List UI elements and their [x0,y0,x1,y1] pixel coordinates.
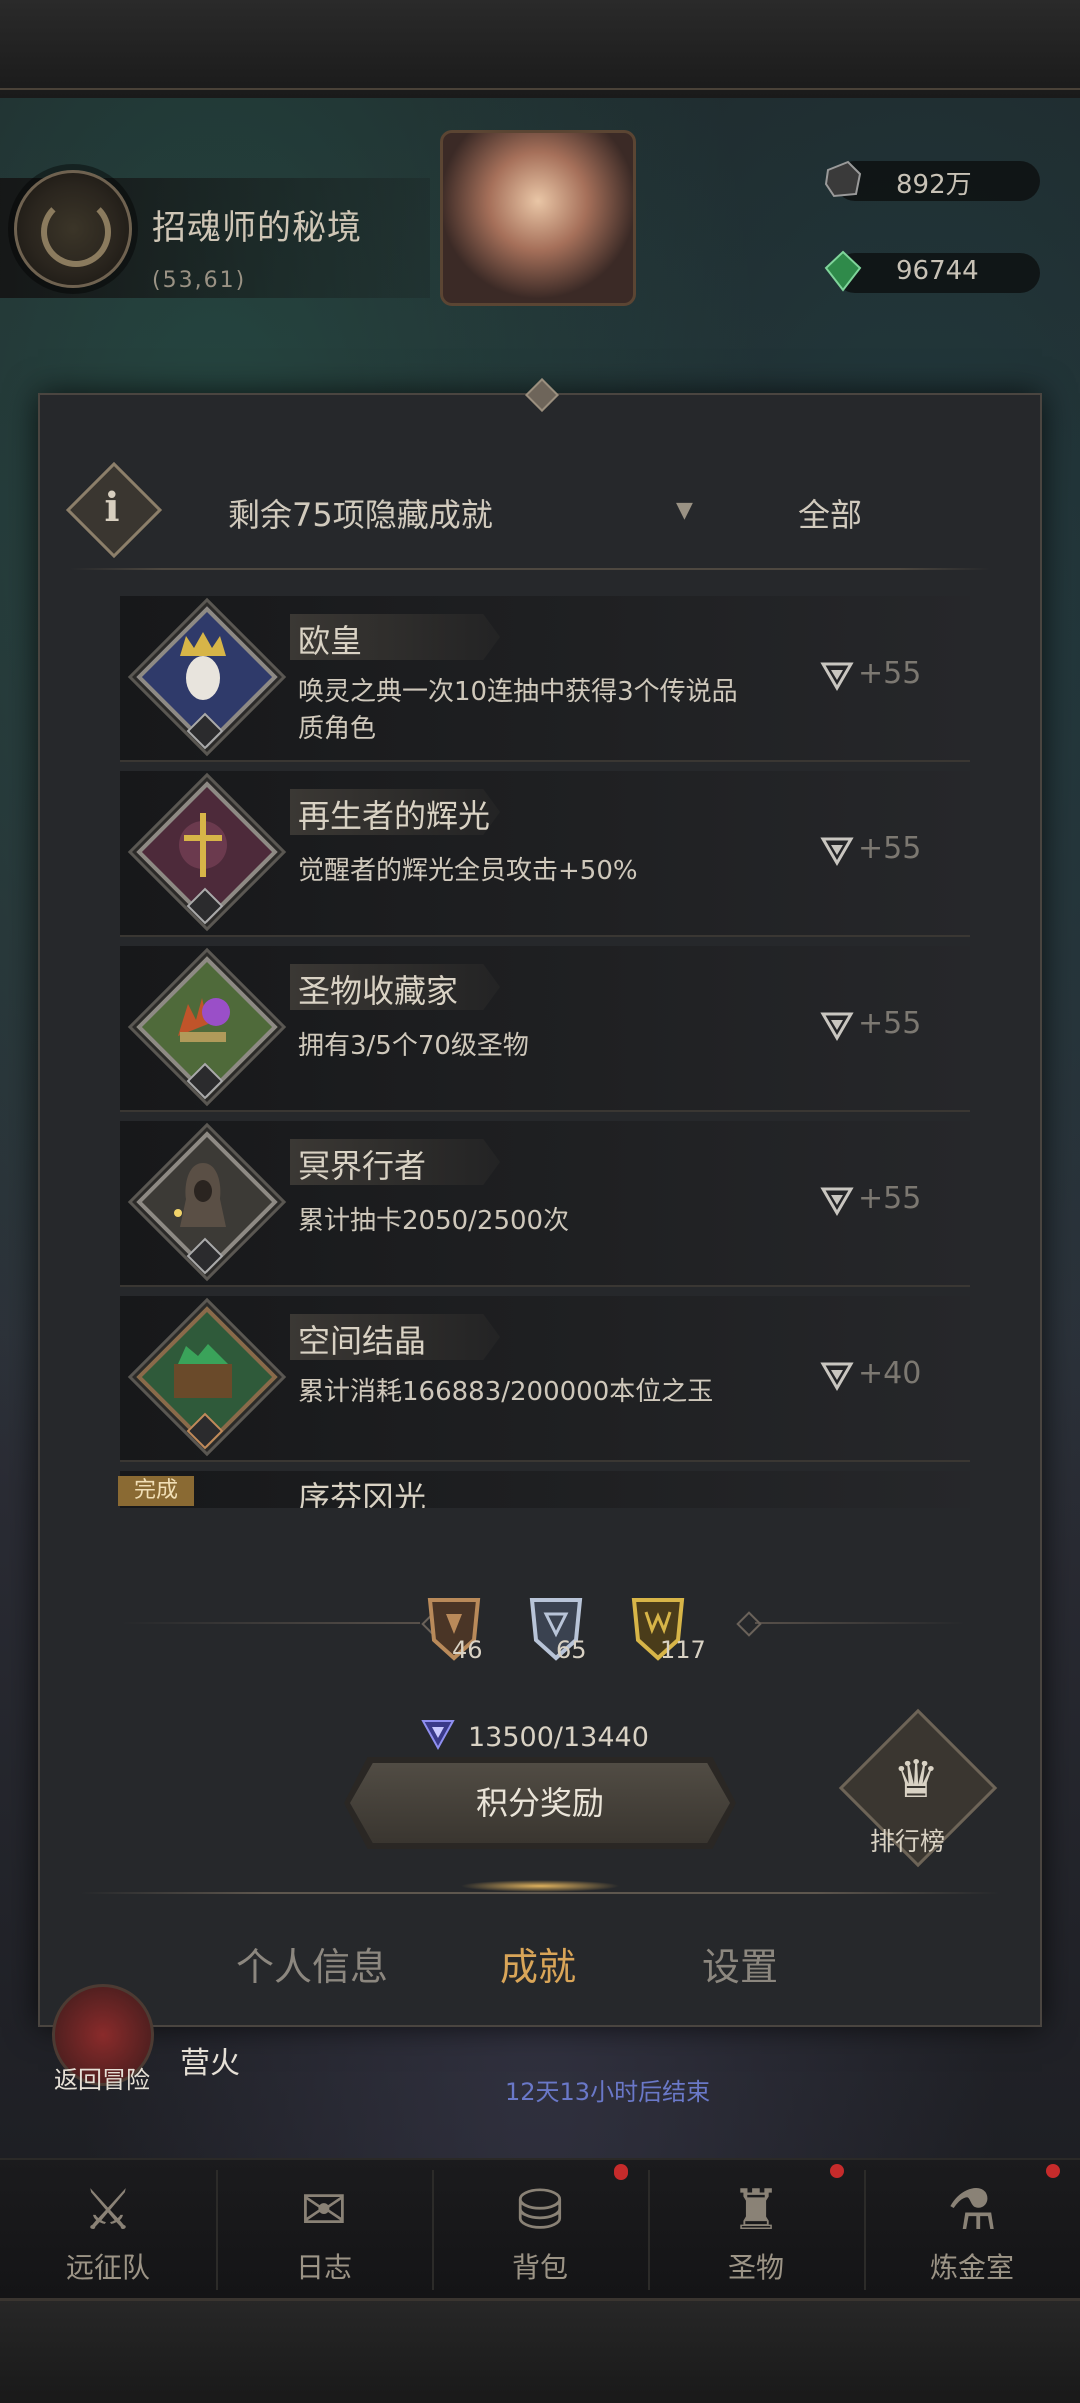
relic-notification-dot [830,2164,844,2178]
achievement-row[interactable]: 序芬冈光 [120,1471,970,1508]
nav-label: 炼金室 [929,2251,1014,2284]
backpack-icon: ⛁ [516,2178,564,2243]
hooded-walker-icon [174,1163,226,1227]
achievement-reward: +40 [820,1354,940,1398]
nav-journal[interactable]: ✉ 日志 [216,2158,628,2298]
achievement-badge-icon [136,1306,278,1450]
achievement-desc: 拥有3/5个70级圣物 [298,1031,529,1061]
achievement-desc: 觉醒者的辉光全员攻击+50% [298,856,638,886]
bottom-frame [0,2298,1080,2403]
realm-emblem-icon[interactable] [14,170,132,288]
tab-achievements[interactable]: 成就 [500,1936,576,1991]
completed-tag: 完成 [118,1476,194,1506]
nav-label: 日志 [295,2251,352,2284]
achievement-row[interactable]: 欧皇 唤灵之典一次10连抽中获得3个传说品质角色 +55 [120,596,970,762]
achievement-points: 13500/13440 [468,1722,649,1753]
crown-icon: ♛ [892,1750,940,1810]
achievement-list[interactable]: 欧皇 唤灵之典一次10连抽中获得3个传说品质角色 +55 再生者的辉光 觉醒者的… [120,578,970,1508]
gold-medal-count: 117 [660,1636,706,1664]
achievement-reward: +55 [820,654,940,698]
crowned-figure-icon [180,632,226,700]
event-timer: 12天13小时后结束 [505,2078,711,2106]
reward-points: +40 [858,1356,922,1391]
achievement-row[interactable]: 空间结晶 累计消耗166883/200000本位之玉 +40 [120,1296,970,1462]
achievement-title: 冥界行者 [298,1147,427,1185]
relic-orb-icon [178,998,230,1042]
achievement-badge-icon [136,781,278,925]
achievement-badge-icon [136,1131,278,1275]
triangle-point-icon [820,1362,854,1391]
stone-icon [824,160,862,198]
reward-points: +55 [858,1006,922,1041]
nav-expedition[interactable]: ⚔ 远征队 [0,2158,216,2298]
ranking-label: 排行榜 [870,1827,946,1856]
reward-points: +55 [858,831,922,866]
nav-label: 圣物 [727,2251,784,2284]
journal-icon: ✉ [300,2178,348,2243]
silver-medal-count: 65 [556,1636,587,1664]
achievement-title: 序芬冈光 [298,1479,427,1508]
achievement-badge-icon [136,956,278,1100]
triangle-point-icon [820,662,854,691]
achievement-title: 再生者的辉光 [298,797,491,835]
tabs-divider [80,1892,1000,1894]
reward-points: +55 [858,656,922,691]
info-glyph: i [104,484,120,531]
tab-settings[interactable]: 设置 [702,1936,778,1991]
triangle-point-icon [820,837,854,866]
hidden-achievements-text: 剩余75项隐藏成就 [228,496,493,534]
achievement-badge-icon [136,606,278,750]
active-tab-indicator [460,1880,620,1892]
back-to-adventure-label[interactable]: 返回冒险 [54,2060,150,2095]
header-divider [70,568,990,570]
achievement-row[interactable]: 再生者的辉光 觉醒者的辉光全员攻击+50% +55 [120,771,970,937]
green-gem-icon [824,250,862,292]
achievement-row[interactable]: 冥界行者 累计抽卡2050/2500次 +55 [120,1121,970,1287]
bronze-medal-count: 46 [452,1636,483,1664]
filter-all-dropdown[interactable]: 全部 [798,490,862,536]
triangle-gem-icon [421,1720,455,1751]
realm-coords: (53,61) [152,268,247,293]
backpack-notification-dot [614,2164,628,2178]
dropdown-arrow-icon[interactable]: ▼ [676,498,693,523]
top-frame [0,0,1080,101]
tab-personal-info[interactable]: 个人信息 [236,1936,388,1991]
relic-icon: ♜ [730,2178,782,2243]
stone-amount: 892万 [896,170,972,200]
nav-label: 远征队 [65,2251,150,2284]
nav-label: 背包 [511,2251,568,2284]
achievement-desc: 累计抽卡2050/2500次 [298,1206,570,1236]
sword-glow-icon [179,813,227,877]
achievement-reward: +55 [820,1004,940,1048]
achievement-title: 圣物收藏家 [298,972,459,1010]
campfire-label: 营火 [180,2046,240,2081]
reward-points: +55 [858,1181,922,1216]
achievement-reward: +55 [820,829,940,873]
gem-amount: 96744 [896,256,979,286]
achievement-desc: 累计消耗166883/200000本位之玉 [298,1377,714,1407]
achievement-row[interactable]: 圣物收藏家 拥有3/5个70级圣物 +55 [120,946,970,1112]
achievement-title: 空间结晶 [298,1322,427,1360]
helmet-icon: ⚔ [82,2178,134,2243]
triangle-point-icon [820,1012,854,1041]
achievement-reward: +55 [820,1179,940,1223]
nav-backpack[interactable]: ⛁ 背包 [432,2158,648,2298]
achievement-title: 欧皇 [298,622,363,660]
nav-alchemy[interactable]: ⚗ 炼金室 [864,2158,1080,2298]
player-portrait[interactable] [440,130,636,306]
alchemy-notification-dot [1046,2164,1060,2178]
realm-title: 招魂师的秘境 [152,208,362,248]
treasure-chest-icon [174,1344,232,1398]
points-reward-button[interactable]: 积分奖励 [350,1763,730,1843]
nav-relics[interactable]: ♜ 圣物 [648,2158,864,2298]
alchemy-icon: ⚗ [946,2178,998,2243]
achievement-desc: 唤灵之典一次10连抽中获得3个传说品质角色 [298,677,738,744]
triangle-point-icon [820,1187,854,1216]
